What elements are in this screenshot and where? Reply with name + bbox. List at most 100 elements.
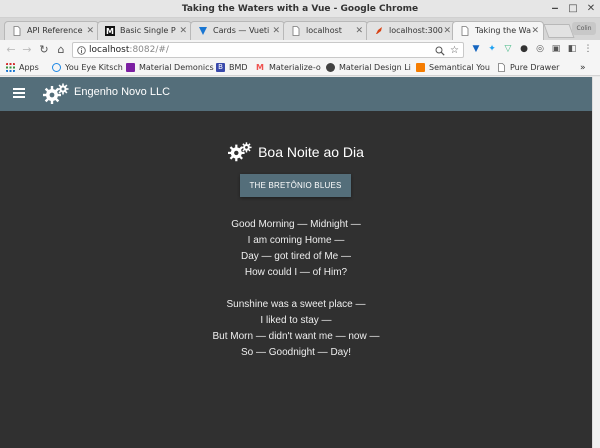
bookmark-label: BMD (229, 63, 248, 72)
page-icon (13, 26, 21, 36)
tab-close-icon[interactable]: ✕ (531, 22, 539, 40)
heading-text: Boa Noite ao Dia (258, 144, 364, 160)
bookmark-bmd[interactable]: B BMD (216, 62, 248, 74)
gears-icon (228, 142, 252, 162)
tab-label: Taking the Wa (475, 26, 531, 35)
vue-devtools-icon[interactable]: ▽ (502, 43, 514, 56)
vuetify-extension-icon[interactable]: ▼ (470, 43, 482, 56)
home-icon[interactable]: ⌂ (54, 42, 68, 58)
tab-localhost-3000[interactable]: localhost:300 ✕ (366, 21, 456, 40)
bookmark-you-eye-kitsch[interactable]: You Eye Kitsch (52, 62, 123, 74)
new-tab-button[interactable] (543, 24, 575, 38)
window-title: Taking the Waters with a Vue - Google Ch… (181, 4, 419, 14)
bookmark-label: Materialize-o (269, 63, 321, 72)
bookmark-material-demonics[interactable]: Material Demonics (126, 62, 214, 74)
page-icon (498, 63, 505, 72)
screenshot-icon[interactable]: ◧ (566, 43, 578, 56)
reload-icon[interactable]: ↻ (37, 42, 51, 58)
maximize-icon[interactable]: □ (566, 0, 580, 18)
poem: Good Morning — Midnight — I am coming Ho… (0, 217, 592, 377)
tab-close-icon[interactable]: ✕ (355, 22, 363, 40)
medium-icon: M (105, 26, 115, 36)
svg-text:M: M (106, 27, 114, 36)
github-extension-icon[interactable]: ● (518, 43, 530, 56)
tab-close-icon[interactable]: ✕ (86, 22, 94, 40)
bookmark-label: Apps (19, 63, 39, 72)
poem-line: So — Goodnight — Day! (240, 347, 352, 358)
bookmark-label: Material Design Li (339, 63, 411, 72)
tab-close-icon[interactable]: ✕ (443, 22, 451, 40)
info-icon[interactable] (77, 46, 86, 55)
material-icon (126, 63, 135, 72)
address-bar[interactable]: localhost:8082/#/ ☆ (72, 42, 464, 58)
bookmark-label: You Eye Kitsch (65, 63, 123, 72)
poem-stanza: Good Morning — Midnight — I am coming Ho… (0, 217, 592, 281)
apps-grid-icon (6, 63, 15, 72)
twitter-extension-icon[interactable]: ✦ (486, 43, 498, 56)
tab-close-icon[interactable]: ✕ (179, 22, 187, 40)
tab-label: localhost:300 (389, 26, 443, 35)
tab-localhost[interactable]: localhost ✕ (283, 21, 368, 40)
poem-line: Day — got tired of Me — (240, 251, 352, 262)
semantic-icon (416, 63, 425, 72)
bookmark-pure-drawer[interactable]: Pure Drawer (497, 62, 559, 74)
poem-stanza: Sunshine was a sweet place — I liked to … (0, 297, 592, 361)
bookmark-materialize[interactable]: M Materialize-o (256, 62, 321, 74)
tab-label: API Reference (27, 26, 83, 35)
rocket-icon (376, 27, 382, 34)
materialize-m-icon: M (256, 63, 264, 72)
url-host: localhost (89, 45, 130, 55)
tab-label: Basic Single P (120, 26, 176, 35)
bookmark-semantical-you[interactable]: Semantical You (416, 62, 490, 74)
extension-icon[interactable]: ◎ (534, 43, 546, 56)
vertical-scrollbar[interactable] (592, 77, 600, 448)
tab-basic-single[interactable]: M Basic Single P ✕ (97, 21, 192, 40)
bookmark-material-design-lite[interactable]: Material Design Li (326, 62, 411, 74)
more-bookmarks-chevron-icon[interactable]: » (580, 62, 586, 74)
tab-label: localhost (306, 26, 342, 35)
back-arrow-icon[interactable]: ← (4, 42, 18, 58)
bookmark-label: Material Demonics (139, 63, 214, 72)
tab-taking-the-waters[interactable]: Taking the Wa ✕ (452, 21, 544, 40)
tab-label: Cards — Vueti (213, 26, 270, 35)
browser-toolbar: ← → ↻ ⌂ localhost:8082/#/ ☆ ▼ ✦ ▽ ● ◎ ▣ … (0, 40, 600, 60)
app-title: Engenho Novo LLC (74, 86, 171, 98)
spinner-icon (52, 63, 61, 72)
mdl-icon (326, 63, 335, 72)
tab-api-reference[interactable]: API Reference ✕ (4, 21, 99, 40)
gears-logo-icon (43, 83, 69, 104)
poem-line: But Morn — didn't want me — now — (212, 331, 380, 342)
poem-line: How could I — of Him? (244, 267, 348, 278)
bookmark-apps[interactable]: Apps (6, 62, 39, 74)
url-path: :8082/#/ (129, 45, 169, 55)
poem-line: I am coming Home — (247, 235, 345, 246)
bookmark-label: Pure Drawer (510, 63, 560, 72)
cast-icon[interactable]: ▣ (550, 43, 562, 56)
window-titlebar: Taking the Waters with a Vue - Google Ch… (0, 0, 600, 18)
bretonio-blues-button[interactable]: THE BRETÔNIO BLUES (240, 174, 351, 197)
tab-close-icon[interactable]: ✕ (272, 22, 280, 40)
tab-strip: API Reference ✕ M Basic Single P ✕ Cards… (0, 18, 600, 40)
page-icon (461, 26, 469, 36)
page-heading: Boa Noite ao Dia (0, 141, 592, 165)
forward-arrow-icon[interactable]: → (20, 42, 34, 58)
zoom-search-icon[interactable] (435, 46, 445, 56)
profile-button[interactable]: Colin (572, 22, 596, 35)
page-icon (292, 26, 300, 36)
chrome-menu-icon[interactable]: ⋮ (582, 43, 594, 56)
bookmark-label: Semantical You (429, 63, 490, 72)
poem-line: Sunshine was a sweet place — (226, 299, 366, 310)
address-url: localhost:8082/#/ (89, 43, 169, 58)
menu-hamburger-icon[interactable] (13, 88, 25, 98)
bmd-b-icon: B (216, 63, 225, 72)
app-toolbar: Engenho Novo LLC (0, 77, 592, 111)
bookmarks-bar: Apps You Eye Kitsch Material Demonics B … (0, 60, 600, 76)
page-viewport: Engenho Novo LLC Boa Noite ao Dia THE BR… (0, 77, 592, 448)
vuetify-icon (199, 27, 207, 35)
minimize-icon[interactable]: ‒ (548, 0, 562, 18)
bookmark-star-icon[interactable]: ☆ (450, 43, 459, 58)
tab-cards-vuetify[interactable]: Cards — Vueti ✕ (190, 21, 285, 40)
poem-line: I liked to stay — (260, 315, 332, 326)
poem-line: Good Morning — Midnight — (231, 219, 361, 230)
close-window-icon[interactable]: ✕ (584, 0, 598, 18)
